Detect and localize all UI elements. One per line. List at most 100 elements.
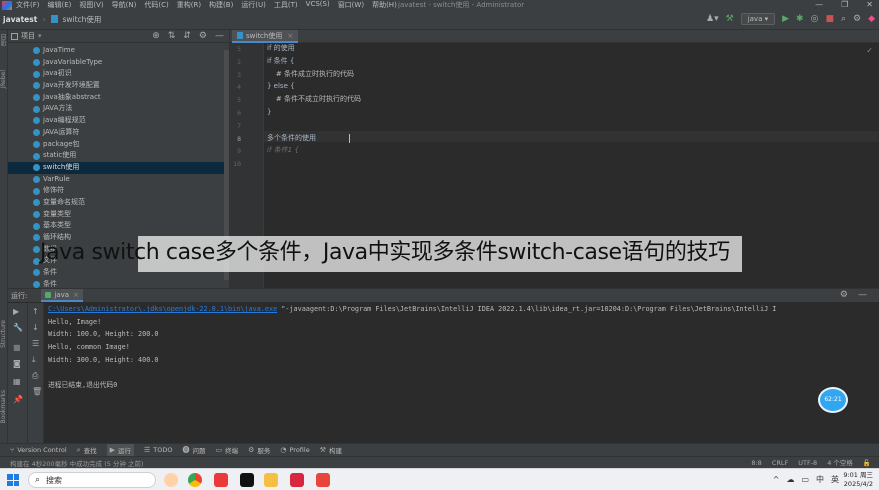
tree-item[interactable]: 变量命名规范 — [8, 197, 229, 209]
file-explorer-icon[interactable] — [264, 473, 278, 487]
floating-assistant-bubble[interactable]: 62:21 — [818, 387, 848, 413]
gear-icon[interactable]: ⚙ — [840, 289, 848, 302]
tool-window-button[interactable]: ⚙ 服务 — [248, 445, 270, 455]
wps-icon[interactable] — [290, 473, 304, 487]
taskbar-app-red-icon[interactable] — [214, 473, 228, 487]
tree-item[interactable]: JavaVariableType — [8, 57, 229, 69]
tree-item[interactable]: package包 — [8, 139, 229, 151]
jrebel-tool-label[interactable]: JRebel — [0, 70, 7, 89]
settings-icon[interactable]: ⚙ — [853, 14, 861, 24]
soft-wrap-icon[interactable]: ☰ — [32, 339, 39, 348]
intellij-taskbar-icon[interactable] — [316, 473, 330, 487]
tree-item[interactable]: switch使用 — [8, 161, 229, 174]
menu-item[interactable]: 帮助(H) — [372, 0, 397, 10]
tiktok-icon[interactable] — [240, 473, 254, 487]
tree-item[interactable]: java初识 — [8, 68, 229, 80]
locate-icon[interactable]: ⊕ — [152, 31, 160, 41]
minimize-panel-icon[interactable]: — — [215, 31, 224, 41]
tree-item[interactable]: JAVA运算符 — [8, 127, 229, 139]
jetbrains-icon[interactable]: ◆ — [868, 14, 875, 24]
tool-window-button[interactable]: ▶ 运行 — [106, 443, 134, 457]
tree-item[interactable]: 变量类型 — [8, 209, 229, 221]
tray-item[interactable]: ☁ — [786, 469, 794, 490]
menu-item[interactable]: 编辑(E) — [48, 0, 72, 10]
expand-all-icon[interactable]: ⇵ — [183, 31, 191, 41]
menu-item[interactable]: 文件(F) — [16, 0, 40, 10]
project-panel-title[interactable]: 项目 — [21, 31, 35, 41]
scroll-up-icon[interactable]: ↑ — [32, 307, 39, 316]
scroll-to-end-icon[interactable]: ⤓ — [32, 355, 36, 365]
tree-item[interactable]: VarRule — [8, 174, 229, 186]
menu-item[interactable]: 视图(V) — [79, 0, 103, 10]
pin-icon[interactable]: 📌 — [13, 395, 23, 404]
tree-item[interactable]: JAVA方法 — [8, 103, 229, 115]
delete-icon[interactable]: 🗑 — [32, 387, 42, 396]
menu-item[interactable]: 工具(T) — [274, 0, 298, 10]
close-tab-icon[interactable]: × — [73, 291, 79, 299]
tree-item[interactable]: 条件 — [8, 279, 229, 288]
close-button[interactable]: ✕ — [866, 0, 873, 10]
menu-item[interactable]: 窗口(W) — [338, 0, 364, 10]
clock[interactable]: 9:01 周三 2025/4/2 — [843, 471, 873, 489]
camera-icon[interactable]: ◙ — [13, 359, 21, 368]
tool-window-button[interactable]: ▭ 终端 — [215, 445, 238, 455]
stop-icon[interactable]: ■ — [13, 343, 21, 352]
menu-item[interactable]: 运行(U) — [241, 0, 266, 10]
tray-item[interactable]: 英 — [831, 469, 839, 490]
run-config-select[interactable]: java ▾ — [740, 13, 776, 25]
bookmarks-tool-label[interactable]: Bookmarks — [0, 390, 7, 424]
user-icon[interactable]: ♟▾ — [706, 14, 719, 24]
breadcrumb-file[interactable]: switch使用 — [62, 15, 101, 24]
taskbar-app-avatar-icon[interactable] — [164, 473, 178, 487]
tool-window-button[interactable]: ◔ Profile — [280, 446, 309, 454]
menu-item[interactable]: 代码(C) — [144, 0, 168, 10]
inspection-ok-icon[interactable]: ✓ — [866, 46, 873, 55]
taskbar-search[interactable]: ⌕ 搜索 — [28, 472, 156, 488]
tab-switch-file[interactable]: switch使用 × — [232, 30, 299, 43]
tray-item[interactable]: ▭ — [801, 469, 809, 490]
rerun-icon[interactable]: ▶ — [13, 307, 19, 316]
chrome-icon[interactable] — [188, 473, 202, 487]
tree-item[interactable]: 修饰符 — [8, 185, 229, 197]
tray-item[interactable]: ^ — [773, 469, 780, 490]
hammer-icon[interactable]: ⚒ — [726, 14, 734, 24]
wrench-icon[interactable]: 🔧 — [13, 323, 23, 332]
minimize-button[interactable]: — — [815, 0, 823, 10]
run-icon[interactable]: ▶ — [782, 14, 789, 24]
tree-item[interactable]: 基本类型 — [8, 220, 229, 232]
scroll-down-icon[interactable]: ↓ — [32, 323, 39, 332]
chevron-down-icon[interactable]: ▾ — [38, 32, 42, 40]
tree-item[interactable]: static使用 — [8, 150, 229, 162]
menu-item[interactable]: 重构(R) — [177, 0, 201, 10]
maximize-button[interactable]: ❐ — [841, 0, 848, 10]
coverage-icon[interactable]: ◎ — [811, 14, 819, 24]
stop-icon[interactable]: ■ — [825, 14, 834, 24]
menu-item[interactable]: VCS(S) — [306, 0, 330, 10]
tool-window-button[interactable]: ⚒ 构建 — [320, 445, 342, 455]
menu-item[interactable]: 导航(N) — [112, 0, 137, 10]
layout-icon[interactable]: ▦ — [13, 377, 21, 386]
debug-icon[interactable]: ✱ — [796, 14, 804, 24]
tool-window-button[interactable]: ⓿ 问题 — [182, 445, 205, 455]
tray-item[interactable]: 中 — [816, 469, 824, 490]
menu-item[interactable]: 构建(B) — [209, 0, 233, 10]
tool-window-button[interactable]: ☰ TODO — [144, 446, 173, 454]
breadcrumb-project[interactable]: javatest — [3, 15, 37, 24]
tree-item[interactable]: Java抽象abstract — [8, 92, 229, 104]
java-executable-link[interactable]: C:\Users\Administrator\.jdks\openjdk-22.… — [48, 305, 277, 313]
tree-item[interactable]: java编程规范 — [8, 115, 229, 127]
console-output[interactable]: C:\Users\Administrator\.jdks\openjdk-22.… — [48, 304, 878, 442]
close-tab-icon[interactable]: × — [287, 32, 293, 40]
structure-tool-label[interactable]: Structure — [0, 320, 7, 348]
tool-window-button[interactable]: ⌕ 查找 — [77, 445, 97, 456]
print-icon[interactable]: ⎙ — [32, 371, 38, 381]
minimize-panel-icon[interactable]: — — [858, 289, 867, 302]
tool-window-button[interactable]: ⑂ Version Control — [10, 446, 67, 454]
collapse-all-icon[interactable]: ⇅ — [168, 31, 176, 41]
run-tab-java[interactable]: java × — [41, 289, 83, 302]
windows-start-icon[interactable] — [7, 474, 19, 486]
search-icon[interactable]: ⌕ — [841, 14, 846, 24]
tree-item[interactable]: JavaTime — [8, 45, 229, 57]
gear-icon[interactable]: ⚙ — [199, 31, 207, 41]
tree-item[interactable]: Java开发环境配置 — [8, 80, 229, 92]
